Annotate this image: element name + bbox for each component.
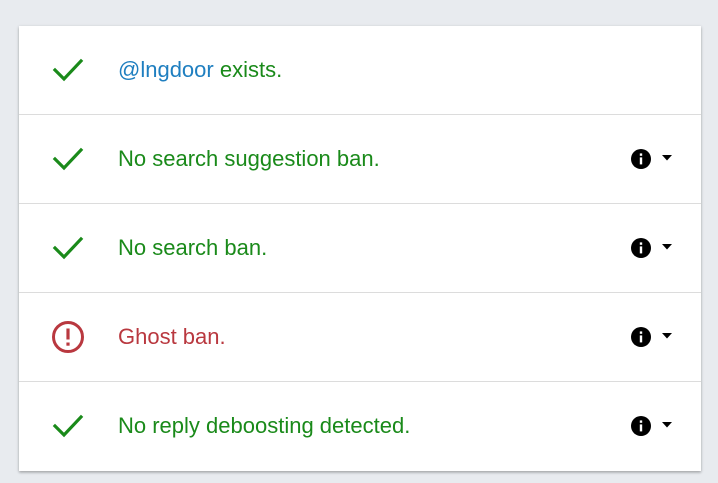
result-row-exists: @lngdoor exists.: [19, 26, 701, 115]
result-row-search-ban: No search ban.: [19, 204, 701, 293]
caret-down-icon[interactable]: [661, 154, 673, 162]
result-text: Ghost ban.: [118, 324, 226, 349]
row-actions: [630, 147, 673, 171]
exists-text: exists.: [213, 57, 283, 82]
check-icon: [51, 231, 85, 265]
result-row-reply-deboosting: No reply deboosting detected.: [19, 382, 701, 470]
alert-circle-icon: [51, 320, 85, 354]
check-icon: [51, 53, 85, 87]
caret-down-icon[interactable]: [661, 243, 673, 251]
result-text: No search suggestion ban.: [118, 146, 380, 171]
check-icon: [51, 142, 85, 176]
info-icon[interactable]: [630, 415, 652, 437]
result-text: No reply deboosting detected.: [118, 413, 411, 438]
result-text: No search ban.: [118, 235, 268, 260]
caret-down-icon[interactable]: [661, 332, 673, 340]
info-icon[interactable]: [630, 326, 652, 348]
result-row-search-suggestion-ban: No search suggestion ban.: [19, 115, 701, 204]
results-card: @lngdoor exists. No search suggestion ba…: [19, 26, 701, 471]
user-handle-link[interactable]: @lngdoor: [118, 57, 214, 82]
result-text: @lngdoor exists.: [118, 57, 282, 83]
check-icon: [51, 409, 85, 443]
caret-down-icon[interactable]: [661, 421, 673, 429]
info-icon[interactable]: [630, 148, 652, 170]
row-actions: [630, 236, 673, 260]
row-actions: [630, 325, 673, 349]
result-row-ghost-ban: Ghost ban.: [19, 293, 701, 382]
info-icon[interactable]: [630, 237, 652, 259]
row-actions: [630, 414, 673, 438]
